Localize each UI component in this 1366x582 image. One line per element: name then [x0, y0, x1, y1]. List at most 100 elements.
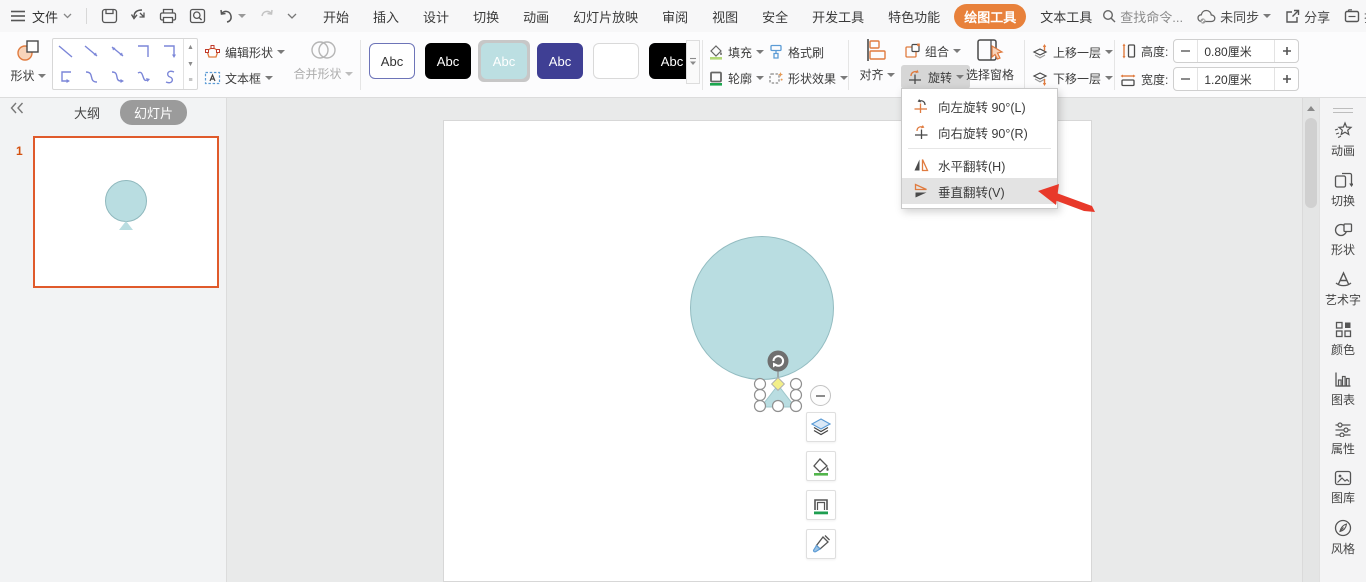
find-command-search[interactable]: 查找命令...	[1102, 7, 1183, 26]
tab-slideshow[interactable]: 幻灯片放映	[563, 4, 648, 29]
sidebar-item-wordart[interactable]: 艺术字	[1320, 271, 1366, 308]
resize-handle[interactable]	[791, 401, 802, 412]
scroll-up-icon[interactable]	[1307, 106, 1315, 111]
gallery-scroll-down-icon[interactable]: ▼	[184, 56, 197, 73]
send-backward-button[interactable]: 下移一层	[1032, 66, 1113, 90]
share-button[interactable]: 分享	[1285, 7, 1330, 26]
shape-elbow-arrow[interactable]	[157, 39, 183, 64]
shape-double-arrow[interactable]	[105, 39, 131, 64]
slides-tab-active[interactable]: 幻灯片	[120, 100, 187, 125]
sidebar-drag-handle[interactable]	[1333, 108, 1353, 113]
shape-effects-button[interactable]: 形状效果	[768, 66, 848, 90]
rotate-button-active[interactable]: 旋转	[901, 65, 970, 89]
text-box-button[interactable]: 文本框	[204, 66, 273, 90]
tab-animation[interactable]: 动画	[513, 4, 559, 29]
shape-elbow-arrow-2[interactable]	[53, 64, 79, 89]
float-outline-button[interactable]	[806, 490, 836, 520]
tab-review[interactable]: 审阅	[652, 4, 698, 29]
sidebar-item-colors[interactable]: 颜色	[1320, 321, 1366, 358]
float-fill-button[interactable]	[806, 451, 836, 481]
float-style-button[interactable]	[806, 529, 836, 559]
shape-s-curve-arrow[interactable]	[131, 64, 157, 89]
file-menu[interactable]: 文件	[32, 7, 72, 26]
style-swatch-3-selected[interactable]: Abc	[478, 40, 530, 82]
tab-design[interactable]: 设计	[413, 4, 459, 29]
edit-shape-button[interactable]: 编辑形状	[204, 40, 285, 64]
collapse-panel-button[interactable]	[10, 102, 24, 114]
tab-security[interactable]: 安全	[752, 4, 798, 29]
print-preview-icon[interactable]	[189, 8, 206, 24]
width-value[interactable]: 1.20厘米	[1198, 71, 1274, 88]
resize-handle[interactable]	[755, 379, 766, 390]
tab-transition[interactable]: 切换	[463, 4, 509, 29]
shape-elbow-connector[interactable]	[131, 39, 157, 64]
shape-curve-arrow[interactable]	[105, 64, 131, 89]
resize-handle[interactable]	[773, 401, 784, 412]
format-painter-button[interactable]: 格式刷	[768, 40, 824, 64]
resize-handle[interactable]	[755, 401, 766, 412]
width-increase-button[interactable]	[1274, 68, 1298, 90]
comment-button[interactable]: 批注	[1344, 7, 1366, 26]
bring-forward-button[interactable]: 上移一层	[1032, 40, 1113, 64]
redo-button[interactable]	[258, 9, 275, 24]
undo-dropdown-icon[interactable]	[238, 14, 246, 18]
sidebar-item-properties[interactable]: 属性	[1320, 421, 1366, 457]
sync-status-button[interactable]: 未同步	[1197, 7, 1271, 26]
style-swatch-4[interactable]: Abc	[534, 40, 586, 82]
tab-special-features[interactable]: 特色功能	[878, 4, 950, 29]
scrollbar-thumb[interactable]	[1305, 118, 1317, 208]
height-increase-button[interactable]	[1274, 40, 1298, 62]
tab-developer[interactable]: 开发工具	[802, 4, 874, 29]
group-button[interactable]: 组合	[904, 39, 961, 63]
gallery-scroll-up-icon[interactable]: ▲	[184, 39, 197, 56]
tab-view[interactable]: 视图	[702, 4, 748, 29]
fill-button[interactable]: 填充	[708, 40, 764, 64]
height-value[interactable]: 0.80厘米	[1198, 43, 1274, 60]
shape-curve[interactable]	[79, 64, 105, 89]
menu-item-flip-horizontal[interactable]: 水平翻转(H)	[902, 152, 1057, 178]
float-layer-button[interactable]	[806, 412, 836, 442]
collapse-float-toolbar-button[interactable]	[810, 385, 831, 406]
style-swatch-2[interactable]: Abc	[422, 40, 474, 82]
save-icon[interactable]	[101, 8, 118, 24]
height-decrease-button[interactable]	[1174, 40, 1198, 62]
menu-item-rotate-left-90[interactable]: 向左旋转 90°(L)	[902, 93, 1057, 119]
sidebar-item-animation[interactable]: 动画	[1320, 121, 1366, 159]
resize-handle[interactable]	[755, 390, 766, 401]
tab-insert[interactable]: 插入	[363, 4, 409, 29]
tab-home[interactable]: 开始	[313, 4, 359, 29]
print-icon[interactable]	[159, 8, 177, 24]
menu-item-rotate-right-90[interactable]: 向右旋转 90°(R)	[902, 119, 1057, 145]
style-gallery-more-button[interactable]	[686, 40, 700, 84]
sidebar-item-transition[interactable]: 切换	[1320, 172, 1366, 209]
export-pdf-icon[interactable]	[130, 8, 147, 24]
gallery-more-icon[interactable]: ≡	[184, 72, 197, 89]
selection-pane-button[interactable]: 选择窗格	[962, 37, 1018, 83]
shape-s-freeform[interactable]	[157, 64, 183, 89]
align-button[interactable]: 对齐	[854, 37, 900, 83]
style-swatch-1[interactable]: Abc	[366, 40, 418, 82]
vertical-scrollbar[interactable]	[1302, 98, 1319, 582]
shape-line[interactable]	[53, 39, 79, 64]
sidebar-item-gallery[interactable]: 图库	[1320, 470, 1366, 506]
rotate-handle[interactable]	[768, 351, 789, 372]
adjust-handle-diamond[interactable]	[772, 378, 785, 391]
sidebar-item-shapes[interactable]: 形状	[1320, 222, 1366, 258]
outline-tab[interactable]: 大纲	[66, 100, 108, 125]
shape-arrow[interactable]	[79, 39, 105, 64]
sidebar-item-charts[interactable]: 图表	[1320, 371, 1366, 408]
shapes-button[interactable]: 形状	[8, 38, 48, 84]
undo-button[interactable]	[218, 9, 246, 24]
tab-text-tools[interactable]: 文本工具	[1030, 4, 1102, 29]
resize-handle[interactable]	[791, 379, 802, 390]
width-decrease-button[interactable]	[1174, 68, 1198, 90]
slide-thumbnail-1[interactable]	[33, 136, 219, 288]
tab-drawing-tools[interactable]: 绘图工具	[954, 4, 1026, 29]
resize-handle[interactable]	[791, 390, 802, 401]
customize-toolbar-icon[interactable]	[287, 13, 297, 20]
outline-button[interactable]: 轮廓	[708, 66, 764, 90]
style-swatch-5[interactable]: Abc	[590, 40, 642, 82]
sidebar-item-style[interactable]: 风格	[1320, 519, 1366, 557]
hamburger-menu-icon[interactable]	[10, 9, 26, 23]
menu-item-flip-vertical[interactable]: 垂直翻转(V)	[902, 178, 1057, 204]
